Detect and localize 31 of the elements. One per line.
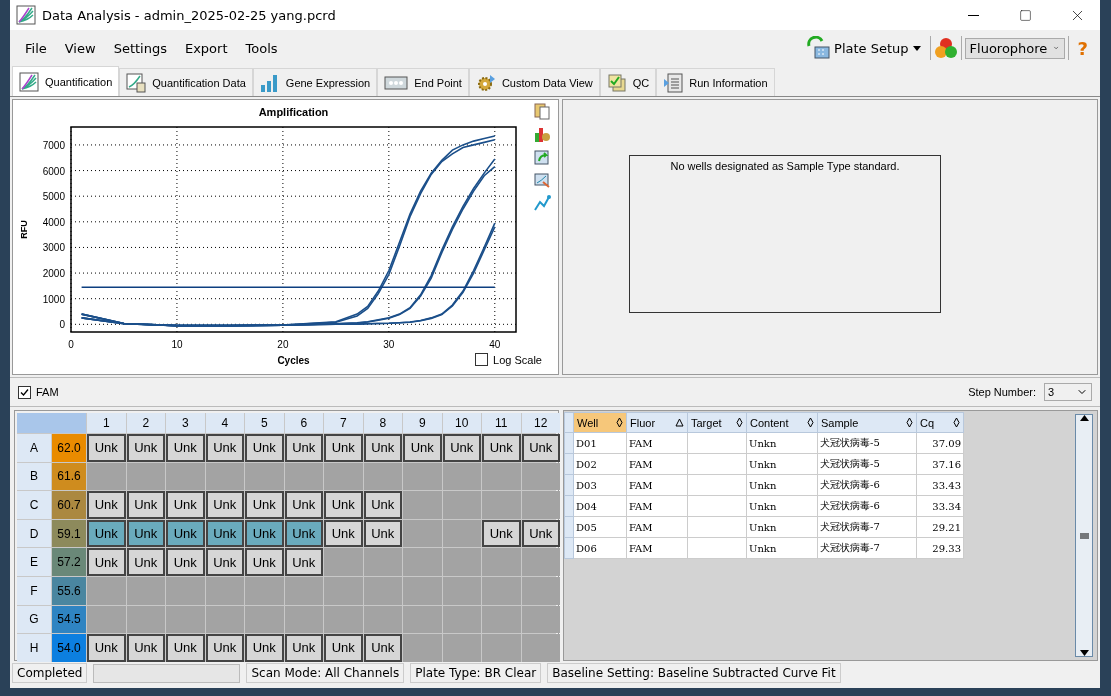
window-title: Data Analysis - admin_2025-02-25 yang.pcrd: [42, 7, 337, 23]
temperature-cell: 55.6: [52, 576, 86, 605]
x-axis-label: Cycles: [277, 355, 310, 366]
y-tick-label: 0: [59, 319, 65, 331]
status-text: Completed: [12, 663, 88, 683]
y-tick-label: 2000: [42, 268, 65, 280]
step-number-label: Step Number:: [968, 386, 1036, 398]
temperature-cell: 57.2: [52, 548, 86, 576]
y-tick-label: 5000: [42, 191, 65, 203]
status-text: Plate Type: BR Clear: [410, 663, 542, 683]
chart-title: Amplification: [258, 106, 329, 118]
y-tick-label: 4000: [42, 216, 65, 228]
temperature-cell: 62.0: [52, 434, 86, 462]
temperature-cell: 54.5: [52, 605, 86, 634]
status-text: Scan Mode: All Channels: [246, 663, 405, 683]
temperature-cell: 61.6: [52, 462, 86, 491]
x-tick-label: 40: [489, 339, 501, 350]
temperature-cell: 54.0: [52, 634, 86, 662]
y-tick-label: 6000: [42, 165, 65, 177]
temperature-cell: 60.7: [52, 491, 86, 519]
y-axis-label: RFU: [19, 220, 29, 239]
x-tick-label: 30: [383, 339, 395, 350]
x-tick-label: 10: [171, 339, 183, 350]
no-standard-message: No wells designated as Sample Type standard.: [670, 160, 900, 174]
y-tick-label: 3000: [42, 242, 65, 254]
y-tick-label: 7000: [42, 139, 65, 151]
x-tick-label: 20: [277, 339, 289, 350]
x-tick-label: 0: [68, 339, 74, 350]
status-text: Baseline Setting: Baseline Subtracted Curve Fit: [547, 663, 841, 683]
y-tick-label: 1000: [42, 293, 65, 305]
temperature-cell: 59.1: [52, 519, 86, 548]
